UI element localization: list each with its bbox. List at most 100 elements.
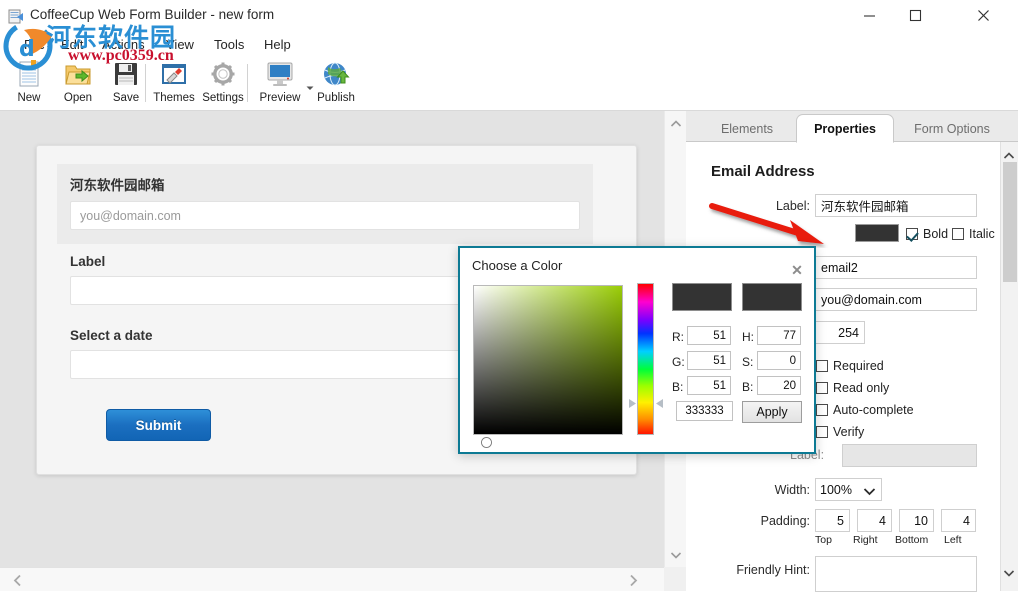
toolbar-button-publish[interactable]: Publish bbox=[310, 56, 362, 111]
scrollbar-corner bbox=[664, 567, 686, 591]
verify-checkbox-box bbox=[816, 426, 828, 438]
canvas-scroll-down-button[interactable] bbox=[665, 545, 687, 565]
b-hsb-input[interactable]: 20 bbox=[757, 376, 801, 395]
toolbar-button-settings[interactable]: Settings bbox=[197, 56, 249, 111]
toolbar-label-open: Open bbox=[63, 92, 93, 104]
verify-checkbox[interactable]: Verify bbox=[816, 425, 864, 439]
placeholder-field-input[interactable]: you@domain.com bbox=[815, 288, 977, 311]
canvas-scroll-left-button[interactable] bbox=[8, 571, 26, 589]
italic-checkbox-box bbox=[952, 228, 964, 240]
menu-item-view[interactable]: View bbox=[160, 35, 200, 54]
padding-top-input[interactable]: 5 bbox=[815, 509, 850, 532]
toolbar-label-publish: Publish bbox=[317, 92, 355, 104]
sv-cursor-handle[interactable] bbox=[482, 438, 491, 447]
placeholder-field-value: you@domain.com bbox=[821, 292, 922, 307]
properties-vertical-scrollbar[interactable] bbox=[1000, 142, 1018, 591]
bold-checkbox[interactable]: Bold bbox=[906, 227, 948, 241]
g-input[interactable]: 51 bbox=[687, 351, 731, 370]
maxlength-field-input[interactable]: 254 bbox=[815, 321, 865, 344]
hex-input[interactable]: 333333 bbox=[676, 401, 733, 421]
font-color-swatch-button[interactable] bbox=[854, 223, 900, 243]
tab-elements[interactable]: Elements bbox=[698, 115, 796, 142]
minimize-icon bbox=[863, 15, 875, 17]
floppy-disk-icon bbox=[109, 59, 143, 90]
maximize-button[interactable] bbox=[892, 0, 938, 31]
chevron-down-icon bbox=[1003, 569, 1015, 577]
hue-marker-triangle-right-icon[interactable] bbox=[628, 398, 637, 409]
padding-right-input[interactable]: 4 bbox=[857, 509, 892, 532]
close-button[interactable] bbox=[960, 0, 1006, 31]
chevron-down-icon bbox=[670, 551, 682, 559]
color-preview-new-swatch bbox=[672, 283, 732, 311]
chevron-up-icon bbox=[670, 119, 682, 127]
required-checkbox-box bbox=[816, 360, 828, 372]
minimize-button[interactable] bbox=[846, 0, 892, 31]
autocomplete-checkbox-label: Auto-complete bbox=[833, 403, 914, 417]
color-preview-current-swatch bbox=[742, 283, 802, 311]
padding-bottom-input[interactable]: 10 bbox=[899, 509, 934, 532]
menu-item-actions[interactable]: Actions bbox=[96, 35, 151, 54]
window-title: CoffeeCup Web Form Builder - new form bbox=[30, 7, 275, 22]
toolbar-label-preview: Preview bbox=[259, 92, 301, 104]
menu-item-tools[interactable]: Tools bbox=[208, 35, 250, 54]
padding-bottom-caption: Bottom bbox=[895, 534, 929, 546]
apply-button[interactable]: Apply bbox=[742, 401, 802, 423]
b-rgb-caption: B: bbox=[672, 380, 684, 394]
toolbar-button-themes[interactable]: Themes bbox=[148, 56, 200, 111]
panel-tab-strip: Elements Properties Form Options bbox=[686, 111, 1018, 143]
close-icon bbox=[977, 10, 989, 21]
canvas-scroll-right-button[interactable] bbox=[624, 571, 642, 589]
toolbar-button-preview[interactable]: Preview bbox=[254, 56, 306, 111]
hue-marker-triangle-left-icon[interactable] bbox=[655, 398, 664, 409]
hue-slider[interactable] bbox=[637, 283, 654, 435]
submit-button[interactable]: Submit bbox=[106, 409, 211, 441]
toolbar-label-themes: Themes bbox=[153, 92, 195, 104]
toolbar-label-save: Save bbox=[112, 92, 140, 104]
toolbar-separator-2 bbox=[247, 64, 248, 102]
friendly-hint-caption: Friendly Hint: bbox=[736, 563, 810, 577]
s-input[interactable]: 0 bbox=[757, 351, 801, 370]
toolbar-button-open[interactable]: Open bbox=[52, 56, 104, 111]
form-input-email[interactable]: you@domain.com bbox=[70, 201, 580, 230]
properties-scroll-up-button[interactable] bbox=[1000, 146, 1018, 164]
autocomplete-checkbox[interactable]: Auto-complete bbox=[816, 403, 914, 417]
color-dialog-close-icon[interactable]: ✕ bbox=[789, 262, 805, 278]
canvas-horizontal-scrollbar[interactable] bbox=[0, 567, 664, 591]
title-bar: CoffeeCup Web Form Builder - new form bbox=[0, 0, 1018, 32]
canvas-scroll-up-button[interactable] bbox=[665, 113, 687, 133]
width-select[interactable]: 100% bbox=[815, 478, 882, 501]
h-input[interactable]: 77 bbox=[757, 326, 801, 345]
readonly-checkbox[interactable]: Read only bbox=[816, 381, 889, 395]
toolbar: New Open Save Themes Settings Preview Pu… bbox=[0, 56, 1018, 111]
menu-item-help[interactable]: Help bbox=[258, 35, 297, 54]
menu-item-edit[interactable]: Edit bbox=[55, 35, 89, 54]
tab-form-options[interactable]: Form Options bbox=[896, 115, 1008, 142]
saturation-value-field[interactable] bbox=[473, 285, 623, 447]
chevron-left-icon bbox=[13, 574, 21, 586]
name-field-input[interactable]: email2 bbox=[815, 256, 977, 279]
r-input[interactable]: 51 bbox=[687, 326, 731, 345]
menu-item-file[interactable]: File bbox=[18, 35, 51, 54]
properties-scroll-down-button[interactable] bbox=[1000, 564, 1018, 582]
r-caption: R: bbox=[672, 330, 684, 344]
italic-checkbox-label: Italic bbox=[969, 227, 995, 241]
label-field-input[interactable]: 河东软件园邮箱 bbox=[815, 194, 977, 217]
friendly-hint-input[interactable] bbox=[815, 556, 977, 592]
chevron-up-icon bbox=[1003, 151, 1015, 159]
padding-left-input[interactable]: 4 bbox=[941, 509, 976, 532]
required-checkbox[interactable]: Required bbox=[816, 359, 884, 373]
toolbar-button-new[interactable]: New bbox=[3, 56, 55, 111]
b-rgb-input[interactable]: 51 bbox=[687, 376, 731, 395]
italic-checkbox[interactable]: Italic bbox=[952, 227, 995, 241]
maximize-icon bbox=[909, 9, 921, 22]
tab-properties[interactable]: Properties bbox=[796, 114, 894, 143]
color-dialog-title: Choose a Color bbox=[472, 258, 563, 273]
s-caption: S: bbox=[742, 355, 754, 369]
name-field-value: email2 bbox=[821, 260, 858, 275]
themes-brush-icon bbox=[157, 59, 191, 90]
form-field-group-email[interactable]: 河东软件园邮箱 you@domain.com bbox=[57, 164, 593, 244]
label-field-caption: Label: bbox=[775, 199, 810, 213]
bold-checkbox-label: Bold bbox=[923, 227, 949, 241]
properties-scrollbar-thumb[interactable] bbox=[1003, 162, 1017, 282]
label-field-value: 河东软件园邮箱 bbox=[821, 200, 909, 214]
